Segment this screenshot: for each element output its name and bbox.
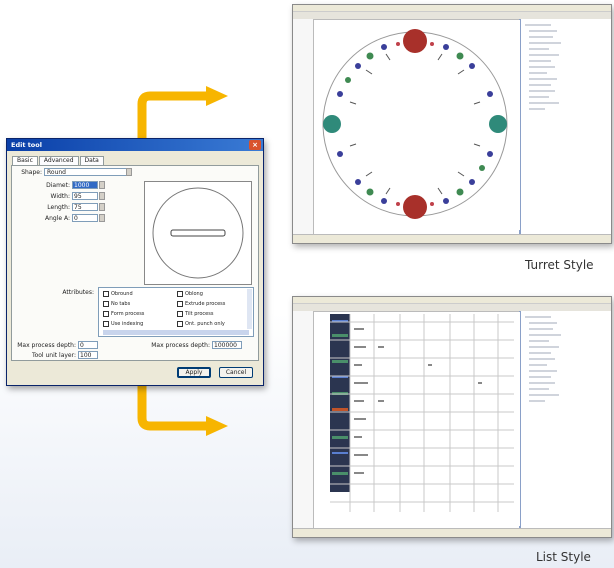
field-label: Angle A: <box>44 215 70 222</box>
checkbox[interactable] <box>177 311 183 317</box>
spin-icon[interactable] <box>99 214 105 222</box>
status-bar <box>293 528 611 537</box>
attributes-list: Obround Oblong No tabs Extrude process F… <box>98 287 254 337</box>
left-panel <box>293 19 314 235</box>
station-large <box>489 115 507 133</box>
station-large <box>403 29 427 53</box>
checkbox[interactable] <box>103 321 109 327</box>
checkbox[interactable] <box>103 291 109 297</box>
vertical-scrollbar[interactable] <box>247 289 252 329</box>
width-input[interactable]: 95 <box>72 192 98 200</box>
dialog-title: Edit tool <box>11 141 42 149</box>
tab-advanced[interactable]: Advanced <box>38 156 79 165</box>
status-bar <box>293 234 611 243</box>
tab-basic[interactable]: Basic <box>12 156 38 165</box>
properties-panel <box>519 311 611 529</box>
tool-shape-preview <box>152 187 244 279</box>
edit-tool-dialog: Edit tool × Basic Advanced Data Shape: R… <box>6 138 264 386</box>
spin-icon[interactable] <box>99 203 105 211</box>
tool-preview <box>144 181 252 285</box>
checkbox[interactable] <box>177 321 183 327</box>
shape-dropdown-icon[interactable] <box>126 168 132 176</box>
properties-panel <box>519 19 611 235</box>
shape-value: Round <box>47 169 66 176</box>
tool-unit-layer-label: Tool unit layer: <box>31 352 76 359</box>
tool-unit-layer-input[interactable]: 100 <box>78 351 98 359</box>
turret-view <box>314 20 520 230</box>
close-icon[interactable]: × <box>249 140 261 150</box>
shape-label: Shape: <box>21 169 42 176</box>
checkbox[interactable] <box>177 301 183 307</box>
arrow-to-turret <box>137 86 228 140</box>
list-style-caption: List Style <box>536 550 591 564</box>
max-process-depth-label: Max process depth: <box>17 342 76 349</box>
basic-tab-panel: Shape: Round Diamet: 1000 Width: 95 Leng… <box>11 165 259 361</box>
apply-button[interactable]: Apply <box>177 367 211 378</box>
spin-icon[interactable] <box>99 181 105 189</box>
left-panel <box>293 311 314 529</box>
attribute-label: Form process <box>111 311 145 317</box>
checkbox[interactable] <box>103 311 109 317</box>
list-style-screenshot <box>292 296 612 538</box>
field-label: Width: <box>50 193 70 200</box>
angle-input[interactable]: 0 <box>72 214 98 222</box>
checkbox[interactable] <box>177 291 183 297</box>
properties-tree <box>525 316 561 402</box>
tab-data[interactable]: Data <box>79 156 104 165</box>
max-process-depth-2-input[interactable]: 100000 <box>212 341 242 349</box>
properties-tree <box>525 24 561 110</box>
checkbox[interactable] <box>103 301 109 307</box>
attribute-label: No tabs <box>111 301 131 307</box>
shape-select[interactable]: Round <box>44 168 132 176</box>
attribute-label: Ont. punch only <box>185 321 225 327</box>
spin-icon[interactable] <box>99 192 105 200</box>
field-label: Diamet: <box>46 182 70 189</box>
diameter-input[interactable]: 1000 <box>72 181 98 189</box>
max-process-depth-2-label: Max process depth: <box>151 342 210 349</box>
menu-bar <box>293 297 611 304</box>
attribute-label: Use indexing <box>111 321 144 327</box>
attribute-label: Obround <box>111 291 133 297</box>
turret-style-caption: Turret Style <box>525 258 594 272</box>
dialog-title-bar: Edit tool × <box>7 139 263 151</box>
turret-style-screenshot <box>292 4 612 244</box>
max-process-depth-input[interactable]: 0 <box>78 341 98 349</box>
dialog-tabs: Basic Advanced Data <box>12 156 105 165</box>
attribute-label: Tilt process <box>185 311 214 317</box>
tool-list-grid <box>314 312 520 526</box>
cancel-button[interactable]: Cancel <box>219 367 253 378</box>
attribute-label: Oblong <box>185 291 203 297</box>
arrow-to-list <box>137 384 228 436</box>
station-large <box>323 115 341 133</box>
attribute-label: Extrude process <box>185 301 226 307</box>
attributes-label: Attributes: <box>62 289 94 296</box>
length-input[interactable]: 75 <box>72 203 98 211</box>
menu-bar <box>293 5 611 12</box>
field-label: Length: <box>47 204 70 211</box>
station-large <box>403 195 427 219</box>
horizontal-scrollbar[interactable] <box>103 330 249 335</box>
